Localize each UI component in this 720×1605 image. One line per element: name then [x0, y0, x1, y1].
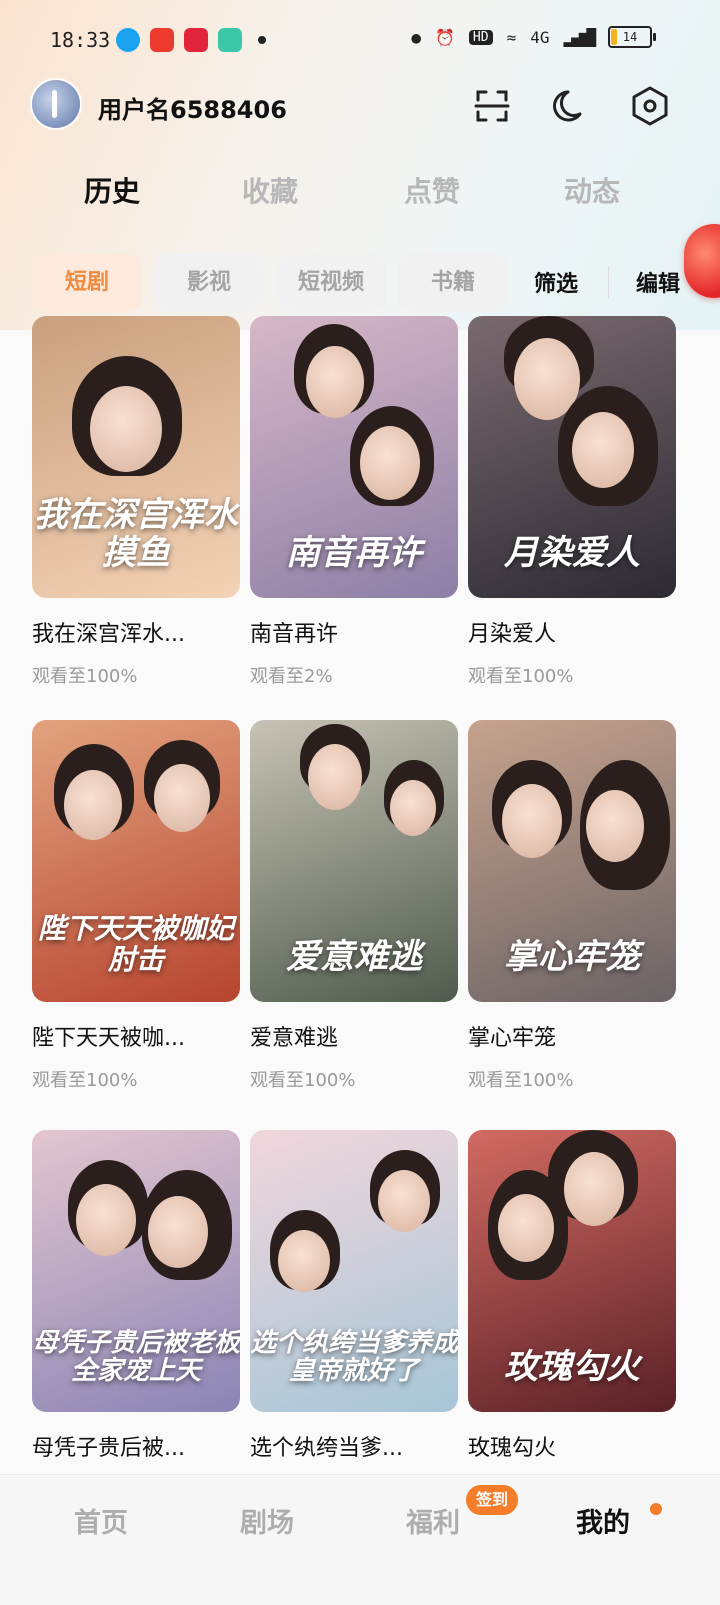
drama-card[interactable]: 月染爱人 月染爱人 观看至100%	[468, 316, 676, 688]
battery-icon: 14	[608, 26, 656, 48]
qq-icon	[116, 28, 140, 52]
settings-icon[interactable]	[628, 84, 672, 128]
alarm-icon: ⏰	[434, 27, 455, 47]
drama-poster[interactable]: 陛下天天被咖妃肘击	[32, 720, 240, 1002]
drama-poster[interactable]: 母凭子贵后被老板全家宠上天	[32, 1130, 240, 1412]
tab-activity[interactable]: 动态	[564, 170, 620, 210]
tab-favorites[interactable]: 收藏	[242, 170, 298, 210]
drama-poster[interactable]: 南音再许	[250, 316, 458, 598]
drama-title: 掌心牢笼	[468, 1026, 557, 1051]
drama-poster[interactable]: 我在深宫浑水摸鱼	[32, 316, 240, 598]
edit-button[interactable]: 编辑	[636, 266, 680, 298]
signal-icon: ▂▄▆█	[563, 27, 596, 47]
drama-card[interactable]: 掌心牢笼 掌心牢笼 观看至100%	[468, 720, 676, 1092]
drama-card[interactable]: 母凭子贵后被老板全家宠上天 母凭子贵后被...	[32, 1130, 240, 1462]
shop-app-icon	[184, 28, 208, 52]
drama-title: 母凭子贵后被...	[32, 1436, 185, 1461]
chip-short-video[interactable]: 短视频	[276, 254, 386, 312]
filter-button[interactable]: 筛选	[534, 266, 578, 298]
drama-card[interactable]: 我在深宫浑水摸鱼 我在深宫浑水... 观看至100%	[32, 316, 240, 688]
drama-title: 我在深宫浑水...	[32, 622, 185, 647]
dark-mode-icon[interactable]	[550, 84, 594, 128]
drama-poster[interactable]: 选个纨绔当爹养成皇帝就好了	[250, 1130, 458, 1412]
notification-dot	[650, 1503, 662, 1515]
bottom-navigation: 首页 剧场 福利 签到 我的	[0, 1474, 720, 1605]
tab-history[interactable]: 历史	[84, 170, 140, 210]
watch-progress: 观看至100%	[32, 1070, 138, 1091]
watch-progress: 观看至2%	[250, 666, 333, 687]
chip-movies[interactable]: 影视	[154, 254, 264, 312]
dnd-icon: ●	[411, 27, 421, 47]
hd-badge: HD	[468, 29, 493, 45]
nav-theater[interactable]: 剧场	[240, 1501, 294, 1540]
profile-header: 用户名6588406	[0, 74, 720, 138]
category-chips: 短剧 影视 短视频 书籍 筛选 编辑	[0, 252, 720, 312]
video-app-icon	[150, 28, 174, 52]
poster-title: 掌心牢笼	[504, 936, 640, 977]
more-dot-icon	[258, 36, 266, 44]
avatar[interactable]	[32, 80, 80, 128]
drama-title: 月染爱人	[468, 622, 557, 647]
drama-card[interactable]: 选个纨绔当爹养成皇帝就好了 选个纨绔当爹...	[250, 1130, 458, 1462]
wifi-icon: ≈	[506, 27, 517, 47]
status-right: ● ⏰ HD ≈ 4G ▂▄▆█ 14	[411, 26, 656, 48]
nav-me[interactable]: 我的	[576, 1501, 630, 1540]
drama-card[interactable]: 南音再许 南音再许 观看至2%	[250, 316, 458, 688]
status-bar: 18:33 ● ⏰ HD ≈ 4G ▂▄▆█ 14	[0, 18, 720, 66]
chip-short-drama[interactable]: 短剧	[32, 254, 142, 312]
drama-title: 选个纨绔当爹...	[250, 1436, 403, 1461]
poster-title: 爱意难逃	[286, 936, 422, 977]
watch-progress: 观看至100%	[250, 1070, 356, 1091]
username[interactable]: 用户名6588406	[98, 90, 287, 125]
scan-icon[interactable]	[470, 84, 514, 128]
poster-title: 陛下天天被咖妃肘击	[37, 912, 234, 977]
poster-title: 玫瑰勾火	[504, 1346, 640, 1387]
battery-level: 14	[622, 30, 638, 44]
drama-card[interactable]: 玫瑰勾火 玫瑰勾火	[468, 1130, 676, 1462]
drama-title: 南音再许	[250, 622, 339, 647]
drama-title: 玫瑰勾火	[468, 1436, 557, 1461]
drama-card[interactable]: 爱意难逃 爱意难逃 观看至100%	[250, 720, 458, 1092]
watch-progress: 观看至100%	[468, 666, 574, 687]
poster-title: 选个纨绔当爹养成皇帝就好了	[250, 1327, 458, 1387]
drama-poster[interactable]: 玫瑰勾火	[468, 1130, 676, 1412]
status-time: 18:33	[50, 28, 111, 52]
poster-title: 南音再许	[286, 532, 422, 573]
nav-welfare[interactable]: 福利	[406, 1501, 460, 1540]
nav-home[interactable]: 首页	[74, 1501, 128, 1540]
drama-poster[interactable]: 掌心牢笼	[468, 720, 676, 1002]
network-label: 4G	[530, 27, 550, 47]
drama-poster[interactable]: 爱意难逃	[250, 720, 458, 1002]
battery-fill	[611, 29, 617, 45]
tab-likes[interactable]: 点赞	[404, 170, 460, 210]
poster-title: 我在深宫浑水摸鱼	[34, 495, 238, 573]
divider	[608, 266, 609, 298]
history-tabs: 历史 收藏 点赞 动态	[0, 170, 720, 220]
poster-title: 母凭子贵后被老板全家宠上天	[32, 1327, 240, 1387]
chip-books[interactable]: 书籍	[398, 254, 508, 312]
drama-card[interactable]: 陛下天天被咖妃肘击 陛下天天被咖... 观看至100%	[32, 720, 240, 1092]
checkin-badge[interactable]: 签到	[466, 1485, 519, 1515]
watch-progress: 观看至100%	[468, 1070, 574, 1091]
watch-progress: 观看至100%	[32, 666, 138, 687]
drama-title: 陛下天天被咖...	[32, 1026, 185, 1051]
download-icon	[218, 28, 242, 52]
drama-title: 爱意难逃	[250, 1026, 339, 1051]
poster-title: 月染爱人	[504, 532, 640, 573]
drama-poster[interactable]: 月染爱人	[468, 316, 676, 598]
